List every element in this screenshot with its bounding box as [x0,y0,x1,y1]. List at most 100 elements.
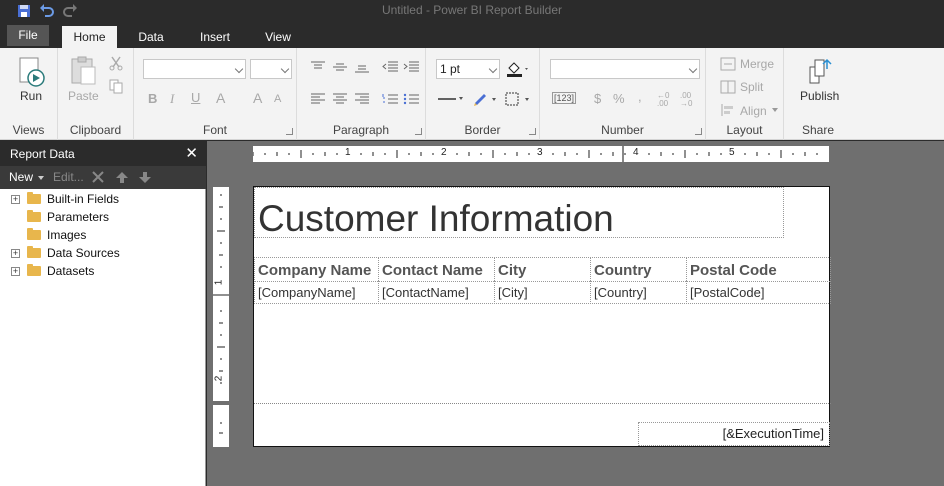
column-header-company-name[interactable]: Company Name [255,258,379,281]
align-middle-icon[interactable] [333,61,347,73]
italic-icon[interactable]: I [170,91,174,107]
expand-icon[interactable]: + [11,195,20,204]
run-icon[interactable] [17,56,47,88]
field-city[interactable]: [City] [495,281,591,304]
align-button[interactable]: Align [740,104,767,118]
layout-group-label: Layout [726,123,763,137]
ruler-section-break [213,401,229,405]
field-company-name[interactable]: [CompanyName] [255,281,379,304]
align-objects-icon[interactable] [720,103,736,117]
fill-color-icon[interactable] [506,60,530,78]
decrease-indent-icon[interactable] [382,61,398,73]
ruler-label: 2 [213,375,225,382]
align-bottom-icon[interactable] [355,61,369,73]
border-color-icon[interactable] [472,91,498,107]
customer-table[interactable]: Company Name Contact Name City Country P… [254,257,831,304]
expand-icon[interactable]: + [11,249,20,258]
border-dialog-launcher-icon[interactable] [529,128,536,135]
ruler-label: 4 [633,147,639,158]
edit-button[interactable]: Edit... [53,170,84,184]
font-color-icon[interactable]: A [216,90,225,106]
delete-icon[interactable] [92,171,104,183]
column-header-postal-code[interactable]: Postal Code [687,258,830,281]
increase-decimal-icon[interactable]: ←0.00 [657,92,669,108]
bullet-list-icon[interactable] [403,93,419,105]
border-width-select[interactable]: 1 pt [436,59,500,79]
align-right-icon[interactable] [355,93,369,105]
tree-item-images[interactable]: Images [0,227,200,245]
border-width-value: 1 pt [440,62,461,76]
execution-time-textbox[interactable]: [&ExecutionTime] [638,422,830,446]
page-footer-divider [254,403,831,404]
paragraph-dialog-launcher-icon[interactable] [415,128,422,135]
number-format-select[interactable] [550,59,700,79]
paste-icon[interactable] [68,55,98,87]
split-icon[interactable] [720,80,736,94]
numbered-list-icon[interactable] [382,93,398,105]
tree-item-label: Images [47,228,87,242]
align-left-icon[interactable] [311,93,325,105]
move-down-icon[interactable] [139,172,151,183]
expand-icon[interactable]: + [11,267,20,276]
layout-group: Merge Split Align Layout [706,48,784,140]
border-group-label: Border [464,123,501,137]
split-button[interactable]: Split [740,80,763,94]
tab-view[interactable]: View [256,26,300,48]
folder-icon [27,228,41,240]
tab-data[interactable]: Data [128,26,174,48]
bold-icon[interactable]: B [148,91,157,106]
font-family-select[interactable] [143,59,246,79]
report-data-panel: Report Data ✕ New Edit... + Built-in Fiel… [0,141,206,486]
ruler-ticks [213,194,229,434]
comma-style-icon[interactable]: , [638,89,642,104]
align-top-icon[interactable] [311,61,325,73]
merge-icon[interactable] [720,57,736,71]
design-surface: 1 2 3 4 5 1 2 Customer Information Compa… [207,141,944,486]
copy-icon[interactable] [108,78,124,94]
paste-button[interactable]: Paste [68,89,99,103]
borders-icon[interactable] [505,91,531,107]
font-dialog-launcher-icon[interactable] [286,128,293,135]
ribbon-tabs: File Home Data Insert View [0,22,944,48]
decrease-decimal-icon[interactable]: .00 →0 [680,92,692,108]
report-canvas[interactable]: Customer Information Company Name Contac… [253,186,831,447]
title-textbox[interactable]: Customer Information [254,187,784,239]
column-header-country[interactable]: Country [591,258,687,281]
tab-file[interactable]: File [7,25,49,46]
increase-indent-icon[interactable] [403,61,419,73]
tab-home[interactable]: Home [62,26,117,48]
number-dialog-launcher-icon[interactable] [695,128,702,135]
tab-insert[interactable]: Insert [192,26,238,48]
panel-toolbar: New Edit... [0,166,206,189]
close-icon[interactable]: ✕ [185,144,198,162]
tree-item-parameters[interactable]: Parameters [0,209,200,227]
field-country[interactable]: [Country] [591,281,687,304]
font-size-select[interactable] [250,59,292,79]
title-bar: Untitled - Power BI Report Builder [0,0,944,22]
shrink-font-icon[interactable]: A [274,93,281,105]
align-center-icon[interactable] [333,93,347,105]
tree-item-datasets[interactable]: + Datasets [0,263,200,281]
grow-font-icon[interactable]: A [253,90,262,106]
currency-icon[interactable]: $ [594,91,601,106]
column-header-contact-name[interactable]: Contact Name [379,258,495,281]
publish-button[interactable]: Publish [800,89,839,103]
publish-icon[interactable] [805,55,835,87]
cut-icon[interactable] [108,55,124,71]
field-contact-name[interactable]: [ContactName] [379,281,495,304]
merge-button[interactable]: Merge [740,57,774,71]
run-button[interactable]: Run [20,89,42,103]
clipboard-group: Paste Clipboard [58,48,134,140]
tree-item-label: Built-in Fields [47,192,120,206]
move-up-icon[interactable] [116,172,128,183]
border-style-icon[interactable] [438,95,464,103]
ruler-label: 3 [537,147,543,158]
field-postal-code[interactable]: [PostalCode] [687,281,830,304]
placeholder-format-icon[interactable]: [123] [552,92,577,104]
column-header-city[interactable]: City [495,258,591,281]
underline-icon[interactable]: U [191,90,200,105]
tree-item-data-sources[interactable]: + Data Sources [0,245,200,263]
tree-item-built-in-fields[interactable]: + Built-in Fields [0,191,200,209]
new-button[interactable]: New [9,170,33,184]
percent-icon[interactable]: % [613,91,625,106]
